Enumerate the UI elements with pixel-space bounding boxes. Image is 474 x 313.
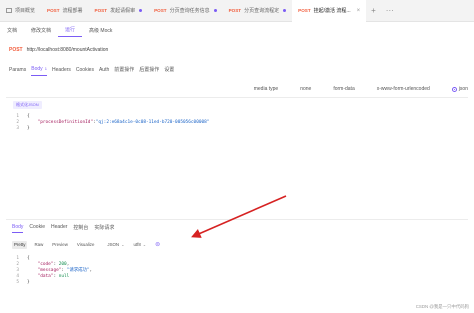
request-tab[interactable]: Body 1: [31, 66, 47, 76]
watermark: CSDN @我是一只中代码狗: [415, 304, 469, 309]
body-type-option[interactable]: json: [451, 86, 468, 92]
body-type-option[interactable]: form-data: [333, 86, 354, 92]
window-tab[interactable]: POST 发起请假审: [89, 0, 149, 22]
chevron-down-icon: ⌄: [142, 242, 147, 247]
window-tab[interactable]: POST 流程部署: [41, 0, 89, 22]
tab-badge: 1: [43, 66, 47, 71]
code-text: }: [27, 280, 30, 285]
code-line: 2 "processDefinitionId": "qj:2:e68a4c1e-0…: [10, 120, 209, 126]
response-tab[interactable]: 控制台: [73, 224, 88, 233]
encoding-select[interactable]: utf8 ⌄: [131, 241, 148, 249]
request-tab[interactable]: Cookies: [76, 67, 94, 76]
line-number: 3: [16, 126, 19, 131]
tab-label: 发起请假审: [110, 8, 136, 14]
body-type-label: form-data: [333, 86, 355, 92]
response-body-viewer: 1{2 "code": 200, 3 "message": "请求成功", 4 "d…: [10, 256, 92, 286]
request-tab[interactable]: Headers: [52, 67, 71, 76]
overview-icon: [6, 8, 12, 13]
json-value: null: [58, 274, 70, 279]
request-tab[interactable]: Params: [9, 67, 26, 76]
tab-method: POST: [47, 8, 60, 13]
window-tab[interactable]: POST 挂起/激活 流程... ×: [292, 0, 367, 22]
response-tab[interactable]: 实际请求: [94, 224, 114, 233]
request-tab[interactable]: 后置操作: [139, 66, 159, 76]
body-type-option[interactable]: media type: [254, 86, 278, 92]
tab-label: 挂起/激活 流程...: [313, 8, 351, 14]
body-type-label: json: [458, 86, 468, 92]
unsaved-dot-icon: [213, 9, 217, 12]
request-tab[interactable]: 设置: [164, 66, 174, 76]
unsaved-dot-icon: [283, 9, 287, 12]
request-tab[interactable]: Auth: [99, 67, 109, 76]
divider: [6, 97, 468, 98]
request-url[interactable]: http://localhost:8080/mountActivation: [27, 47, 109, 53]
body-type-selector: media type none form-data x-www-form-urlenc…: [232, 82, 468, 96]
close-icon[interactable]: ×: [357, 8, 361, 14]
response-toolbar: Pretty Raw Preview Visualize JSON ⌄ utf8 ⌄ ⊜: [12, 240, 167, 249]
radio-selected-icon: [451, 86, 457, 92]
response-tab[interactable]: Body: [12, 224, 24, 233]
tab-method: POST: [94, 8, 108, 13]
request-body-editor[interactable]: 1{2 "processDefinitionId": "qj:2:e68a4c1e…: [10, 114, 209, 132]
response-tab[interactable]: Header: [51, 224, 67, 232]
view-mode-preview[interactable]: Preview: [50, 241, 70, 249]
body-type-label: none: [300, 86, 312, 92]
tab-method: POST: [154, 8, 167, 13]
more-tabs-button[interactable]: ···: [381, 6, 399, 15]
json-value: "请求成功": [66, 268, 90, 273]
request-tabs: Params Body 1 Headers Cookies Auth 前置操作 后置操作 设置: [9, 64, 179, 78]
add-tab-button[interactable]: +: [366, 6, 381, 15]
window-tab[interactable]: 项目概览: [0, 0, 41, 22]
subtab-0[interactable]: 文档: [0, 23, 24, 37]
view-mode-pretty[interactable]: Pretty: [12, 240, 28, 249]
format-json-button[interactable]: 格式化JSON: [13, 101, 42, 109]
body-type-option[interactable]: x-www-form-urlencoded: [377, 86, 430, 92]
subtab-2[interactable]: 运行: [58, 23, 83, 37]
response-tab[interactable]: Cookie: [29, 224, 45, 232]
json-key: "data": [37, 274, 54, 279]
request-tab[interactable]: 前置操作: [114, 66, 134, 76]
response-tabs: Body Cookie Header 控制台 实际请求: [12, 222, 120, 234]
code-line: 5}: [10, 280, 92, 286]
body-type-label: x-www-form-urlencoded: [376, 86, 430, 92]
window-tab[interactable]: POST 分页查询任务信息: [148, 0, 223, 22]
json-key: "processDefinitionId": [37, 120, 94, 125]
tab-label: 流程部署: [62, 8, 83, 14]
unsaved-dot-icon: [139, 9, 143, 12]
divider: [6, 219, 468, 220]
view-mode-visualize[interactable]: Visualize: [75, 241, 97, 249]
code-text: }: [27, 126, 30, 131]
chevron-down-icon: ⌄: [121, 242, 125, 247]
json-comma: ,: [89, 268, 93, 273]
arrow-line: [191, 195, 287, 238]
filter-icon[interactable]: ⊜: [153, 241, 162, 249]
window-tab[interactable]: POST 分页查询流程定: [223, 0, 293, 22]
tab-label: 项目概览: [15, 8, 36, 14]
format-select[interactable]: JSON ⌄: [105, 241, 126, 249]
body-type-label: media type: [253, 86, 279, 92]
tab-label: 分页查询任务信息: [169, 8, 210, 14]
http-method[interactable]: POST: [9, 47, 23, 53]
sub-tabs: 文档 修改文档 运行 高级 Mock: [0, 23, 119, 37]
json-value: "qj:2:e68a4c1e-0c08-11ed-b720-005056c000…: [95, 120, 210, 125]
tab-bar: 项目概览 POST 流程部署 POST 发起请假审 POST 分页查询任务信息 POST 分页查…: [0, 0, 474, 22]
tab-method: POST: [228, 8, 242, 13]
subtab-1[interactable]: 修改文档: [24, 23, 58, 37]
tab-method: POST: [298, 8, 311, 13]
subtab-3[interactable]: 高级 Mock: [82, 23, 119, 37]
line-number: 5: [16, 280, 19, 285]
body-type-option[interactable]: none: [300, 86, 311, 92]
tab-label: 分页查询流程定: [244, 8, 280, 14]
code-line: 3}: [10, 126, 209, 132]
url-bar[interactable]: POST http://localhost:8080/mountActivati…: [9, 42, 249, 58]
view-mode-raw[interactable]: Raw: [32, 241, 45, 249]
